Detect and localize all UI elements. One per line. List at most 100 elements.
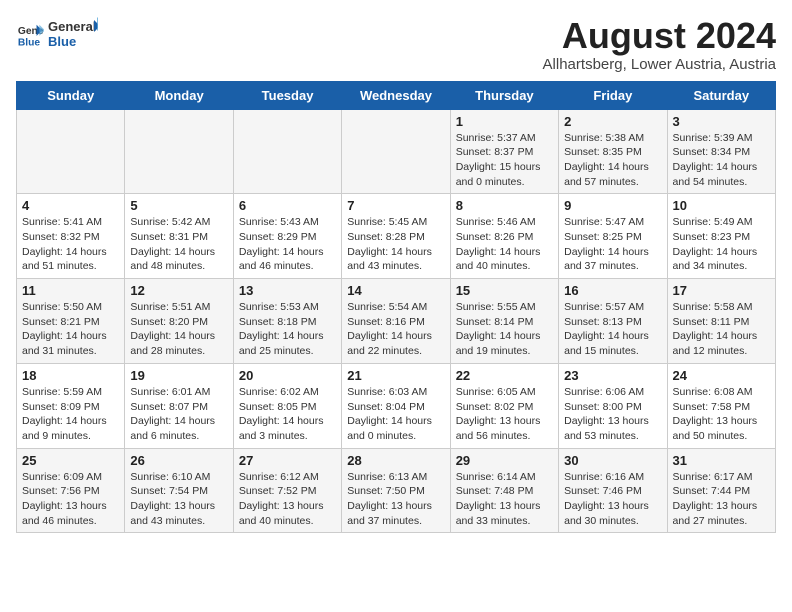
day-detail: Sunrise: 5:47 AM Sunset: 8:25 PM Dayligh… (564, 215, 661, 274)
calendar-cell: 15 Sunrise: 5:55 AM Sunset: 8:14 PM Dayli… (450, 279, 558, 364)
calendar-week-4: 18Sunrise: 5:59 AM Sunset: 8:09 PM Dayli… (17, 363, 776, 448)
day-detail: Sunrise: 5:42 AM Sunset: 8:31 PM Dayligh… (130, 215, 227, 274)
calendar-cell: 14 Sunrise: 5:54 AM Sunset: 8:16 PM Dayli… (342, 279, 450, 364)
svg-text:Blue: Blue (48, 34, 76, 49)
day-number: 16 (564, 283, 661, 298)
day-number: 2 (564, 114, 661, 129)
day-number: 7 (347, 198, 444, 213)
day-detail: Sunrise: 5:54 AM Sunset: 8:16 PM Dayligh… (347, 300, 444, 359)
calendar-cell: 9 Sunrise: 5:47 AM Sunset: 8:25 PM Daylig… (559, 194, 667, 279)
day-detail: Sunrise: 5:51 AM Sunset: 8:20 PM Dayligh… (130, 300, 227, 359)
calendar-cell: 7 Sunrise: 5:45 AM Sunset: 8:28 PM Daylig… (342, 194, 450, 279)
day-detail: Sunrise: 5:41 AM Sunset: 8:32 PM Dayligh… (22, 215, 119, 274)
day-detail: Sunrise: 5:57 AM Sunset: 8:13 PM Dayligh… (564, 300, 661, 359)
calendar-cell: 2 Sunrise: 5:38 AM Sunset: 8:35 PM Daylig… (559, 109, 667, 194)
calendar-cell: 18Sunrise: 5:59 AM Sunset: 8:09 PM Dayli… (17, 363, 125, 448)
day-detail: Sunrise: 6:03 AM Sunset: 8:04 PM Dayligh… (347, 385, 444, 444)
svg-text:Blue: Blue (18, 37, 41, 48)
day-number: 15 (456, 283, 553, 298)
col-tuesday: Tuesday (233, 81, 341, 109)
calendar-cell: 8Sunrise: 5:46 AM Sunset: 8:26 PM Daylig… (450, 194, 558, 279)
day-detail: Sunrise: 6:12 AM Sunset: 7:52 PM Dayligh… (239, 470, 336, 529)
calendar-table: Sunday Monday Tuesday Wednesday Thursday… (16, 81, 776, 534)
day-detail: Sunrise: 6:10 AM Sunset: 7:54 PM Dayligh… (130, 470, 227, 529)
calendar-cell: 26 Sunrise: 6:10 AM Sunset: 7:54 PM Dayli… (125, 448, 233, 533)
calendar-cell: 29Sunrise: 6:14 AM Sunset: 7:48 PM Dayli… (450, 448, 558, 533)
calendar-week-3: 11Sunrise: 5:50 AM Sunset: 8:21 PM Dayli… (17, 279, 776, 364)
calendar-cell: 23 Sunrise: 6:06 AM Sunset: 8:00 PM Dayli… (559, 363, 667, 448)
calendar-cell: 17Sunrise: 5:58 AM Sunset: 8:11 PM Dayli… (667, 279, 775, 364)
day-number: 28 (347, 453, 444, 468)
calendar-cell: 31 Sunrise: 6:17 AM Sunset: 7:44 PM Dayli… (667, 448, 775, 533)
logo-svg: General Blue (48, 16, 98, 54)
calendar-cell: 28 Sunrise: 6:13 AM Sunset: 7:50 PM Dayli… (342, 448, 450, 533)
day-number: 31 (673, 453, 770, 468)
calendar-cell: 19 Sunrise: 6:01 AM Sunset: 8:07 PM Dayli… (125, 363, 233, 448)
calendar-cell: 27 Sunrise: 6:12 AM Sunset: 7:52 PM Dayli… (233, 448, 341, 533)
calendar-subtitle: Allhartsberg, Lower Austria, Austria (543, 56, 776, 73)
logo-icon: General Blue (16, 21, 44, 49)
col-thursday: Thursday (450, 81, 558, 109)
col-saturday: Saturday (667, 81, 775, 109)
day-number: 18 (22, 368, 119, 383)
logo-text-area: General Blue (48, 16, 98, 54)
calendar-week-5: 25Sunrise: 6:09 AM Sunset: 7:56 PM Dayli… (17, 448, 776, 533)
day-detail: Sunrise: 5:38 AM Sunset: 8:35 PM Dayligh… (564, 131, 661, 190)
day-detail: Sunrise: 5:37 AM Sunset: 8:37 PM Dayligh… (456, 131, 553, 190)
day-detail: Sunrise: 5:50 AM Sunset: 8:21 PM Dayligh… (22, 300, 119, 359)
calendar-cell: 22Sunrise: 6:05 AM Sunset: 8:02 PM Dayli… (450, 363, 558, 448)
day-number: 24 (673, 368, 770, 383)
calendar-cell: 21 Sunrise: 6:03 AM Sunset: 8:04 PM Dayli… (342, 363, 450, 448)
day-number: 19 (130, 368, 227, 383)
day-detail: Sunrise: 5:45 AM Sunset: 8:28 PM Dayligh… (347, 215, 444, 274)
col-wednesday: Wednesday (342, 81, 450, 109)
header-row: Sunday Monday Tuesday Wednesday Thursday… (17, 81, 776, 109)
day-number: 12 (130, 283, 227, 298)
day-detail: Sunrise: 5:55 AM Sunset: 8:14 PM Dayligh… (456, 300, 553, 359)
day-number: 25 (22, 453, 119, 468)
calendar-cell: 13Sunrise: 5:53 AM Sunset: 8:18 PM Dayli… (233, 279, 341, 364)
day-detail: Sunrise: 6:01 AM Sunset: 8:07 PM Dayligh… (130, 385, 227, 444)
title-area: August 2024 Allhartsberg, Lower Austria,… (543, 16, 776, 73)
day-number: 3 (673, 114, 770, 129)
day-number: 4 (22, 198, 119, 213)
calendar-cell: 10 Sunrise: 5:49 AM Sunset: 8:23 PM Dayli… (667, 194, 775, 279)
day-number: 13 (239, 283, 336, 298)
day-detail: Sunrise: 5:43 AM Sunset: 8:29 PM Dayligh… (239, 215, 336, 274)
day-detail: Sunrise: 6:05 AM Sunset: 8:02 PM Dayligh… (456, 385, 553, 444)
calendar-cell: 16 Sunrise: 5:57 AM Sunset: 8:13 PM Dayli… (559, 279, 667, 364)
calendar-week-2: 4 Sunrise: 5:41 AM Sunset: 8:32 PM Daylig… (17, 194, 776, 279)
day-number: 9 (564, 198, 661, 213)
day-number: 20 (239, 368, 336, 383)
day-number: 26 (130, 453, 227, 468)
calendar-cell: 25Sunrise: 6:09 AM Sunset: 7:56 PM Dayli… (17, 448, 125, 533)
calendar-cell: 4 Sunrise: 5:41 AM Sunset: 8:32 PM Daylig… (17, 194, 125, 279)
calendar-cell (342, 109, 450, 194)
calendar-cell: 24 Sunrise: 6:08 AM Sunset: 7:58 PM Dayli… (667, 363, 775, 448)
day-number: 23 (564, 368, 661, 383)
day-number: 10 (673, 198, 770, 213)
day-detail: Sunrise: 5:58 AM Sunset: 8:11 PM Dayligh… (673, 300, 770, 359)
day-number: 21 (347, 368, 444, 383)
svg-text:General: General (48, 19, 96, 34)
calendar-cell: 1Sunrise: 5:37 AM Sunset: 8:37 PM Daylig… (450, 109, 558, 194)
calendar-week-1: 1Sunrise: 5:37 AM Sunset: 8:37 PM Daylig… (17, 109, 776, 194)
day-detail: Sunrise: 6:16 AM Sunset: 7:46 PM Dayligh… (564, 470, 661, 529)
day-detail: Sunrise: 6:02 AM Sunset: 8:05 PM Dayligh… (239, 385, 336, 444)
day-detail: Sunrise: 6:17 AM Sunset: 7:44 PM Dayligh… (673, 470, 770, 529)
calendar-cell (125, 109, 233, 194)
day-detail: Sunrise: 6:13 AM Sunset: 7:50 PM Dayligh… (347, 470, 444, 529)
calendar-cell: 30Sunrise: 6:16 AM Sunset: 7:46 PM Dayli… (559, 448, 667, 533)
calendar-cell (233, 109, 341, 194)
day-detail: Sunrise: 6:08 AM Sunset: 7:58 PM Dayligh… (673, 385, 770, 444)
day-detail: Sunrise: 6:06 AM Sunset: 8:00 PM Dayligh… (564, 385, 661, 444)
day-detail: Sunrise: 5:39 AM Sunset: 8:34 PM Dayligh… (673, 131, 770, 190)
day-detail: Sunrise: 5:49 AM Sunset: 8:23 PM Dayligh… (673, 215, 770, 274)
calendar-cell: 11Sunrise: 5:50 AM Sunset: 8:21 PM Dayli… (17, 279, 125, 364)
day-number: 27 (239, 453, 336, 468)
day-number: 14 (347, 283, 444, 298)
day-number: 29 (456, 453, 553, 468)
calendar-cell (17, 109, 125, 194)
day-number: 5 (130, 198, 227, 213)
calendar-cell: 6Sunrise: 5:43 AM Sunset: 8:29 PM Daylig… (233, 194, 341, 279)
